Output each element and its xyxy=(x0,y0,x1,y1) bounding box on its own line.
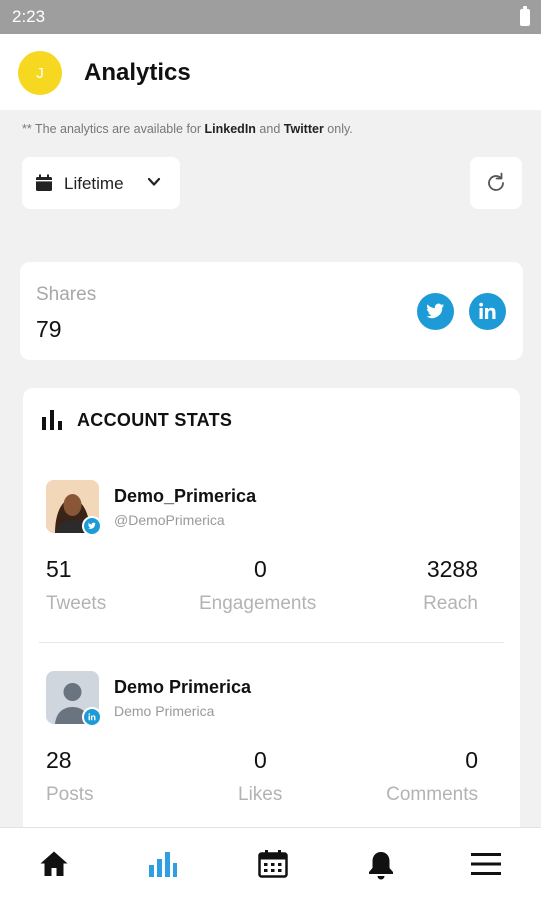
linkedin-filter-button[interactable] xyxy=(469,293,506,330)
shares-value: 79 xyxy=(36,316,62,342)
status-bar: 2:23 xyxy=(0,0,541,34)
analytics-icon xyxy=(149,852,177,877)
account-avatar-twitter xyxy=(46,480,102,536)
twitter-icon xyxy=(426,303,444,319)
account-stats-title: ACCOUNT STATS xyxy=(77,410,233,430)
linkedin-icon xyxy=(479,302,496,319)
account-name: Demo_Primerica xyxy=(114,486,257,506)
bell-icon xyxy=(369,852,393,880)
availability-notice: ** The analytics are available for Linke… xyxy=(22,122,353,136)
linkedin-badge-icon xyxy=(82,707,102,727)
stat-value: 0 xyxy=(254,556,267,582)
nav-calendar[interactable] xyxy=(243,828,303,900)
stat-label: Comments xyxy=(386,784,478,805)
refresh-icon xyxy=(488,172,504,191)
bottom-nav xyxy=(0,827,541,900)
nav-menu[interactable] xyxy=(456,828,516,900)
twitter-filter-button[interactable] xyxy=(417,293,454,330)
stat-value: 0 xyxy=(254,747,267,773)
stat-value: 0 xyxy=(465,747,478,773)
nav-analytics[interactable] xyxy=(133,828,193,900)
calendar-icon xyxy=(258,850,288,878)
menu-icon xyxy=(471,853,501,875)
account-handle: Demo Primerica xyxy=(114,703,215,719)
shares-label: Shares xyxy=(36,284,97,305)
avatar-initial: J xyxy=(36,64,44,82)
status-time: 2:23 xyxy=(12,7,46,26)
stat-label: Reach xyxy=(423,593,478,614)
twitter-badge-icon xyxy=(82,516,102,536)
stat-label: Likes xyxy=(238,784,283,805)
battery-icon xyxy=(520,6,530,26)
bar-chart-icon xyxy=(42,410,62,430)
stat-value: 3288 xyxy=(426,556,478,582)
stat-value: 28 xyxy=(46,747,72,773)
account-avatar-linkedin xyxy=(46,671,102,727)
account-name: Demo Primerica xyxy=(114,677,252,697)
shares-card: Shares 79 xyxy=(20,262,523,360)
divider xyxy=(39,642,504,643)
notice-and: and xyxy=(259,122,281,136)
account-stats-card: ACCOUNT STATS Demo_Primerica @DemoPrimer… xyxy=(23,388,520,848)
stat-value: 51 xyxy=(46,556,72,582)
user-avatar[interactable]: J xyxy=(18,51,62,95)
nav-home[interactable] xyxy=(24,828,84,900)
period-label: Lifetime xyxy=(64,174,124,193)
stat-label: Posts xyxy=(46,784,94,805)
app-header: J Analytics xyxy=(0,34,541,110)
refresh-button[interactable] xyxy=(470,157,522,209)
nav-notifications[interactable] xyxy=(351,828,411,900)
notice-suffix: only. xyxy=(327,122,353,136)
notice-prefix: ** The analytics are available for xyxy=(22,122,202,136)
home-icon xyxy=(40,851,68,876)
notice-linkedin: LinkedIn xyxy=(204,122,256,136)
period-dropdown[interactable]: Lifetime xyxy=(22,157,180,209)
chevron-down-icon xyxy=(147,177,161,186)
stat-label: Tweets xyxy=(46,593,107,614)
page-title: Analytics xyxy=(84,59,191,86)
stat-label: Engagements xyxy=(199,593,317,614)
account-handle: @DemoPrimerica xyxy=(114,512,225,528)
calendar-icon xyxy=(36,174,52,191)
notice-twitter: Twitter xyxy=(283,122,324,136)
